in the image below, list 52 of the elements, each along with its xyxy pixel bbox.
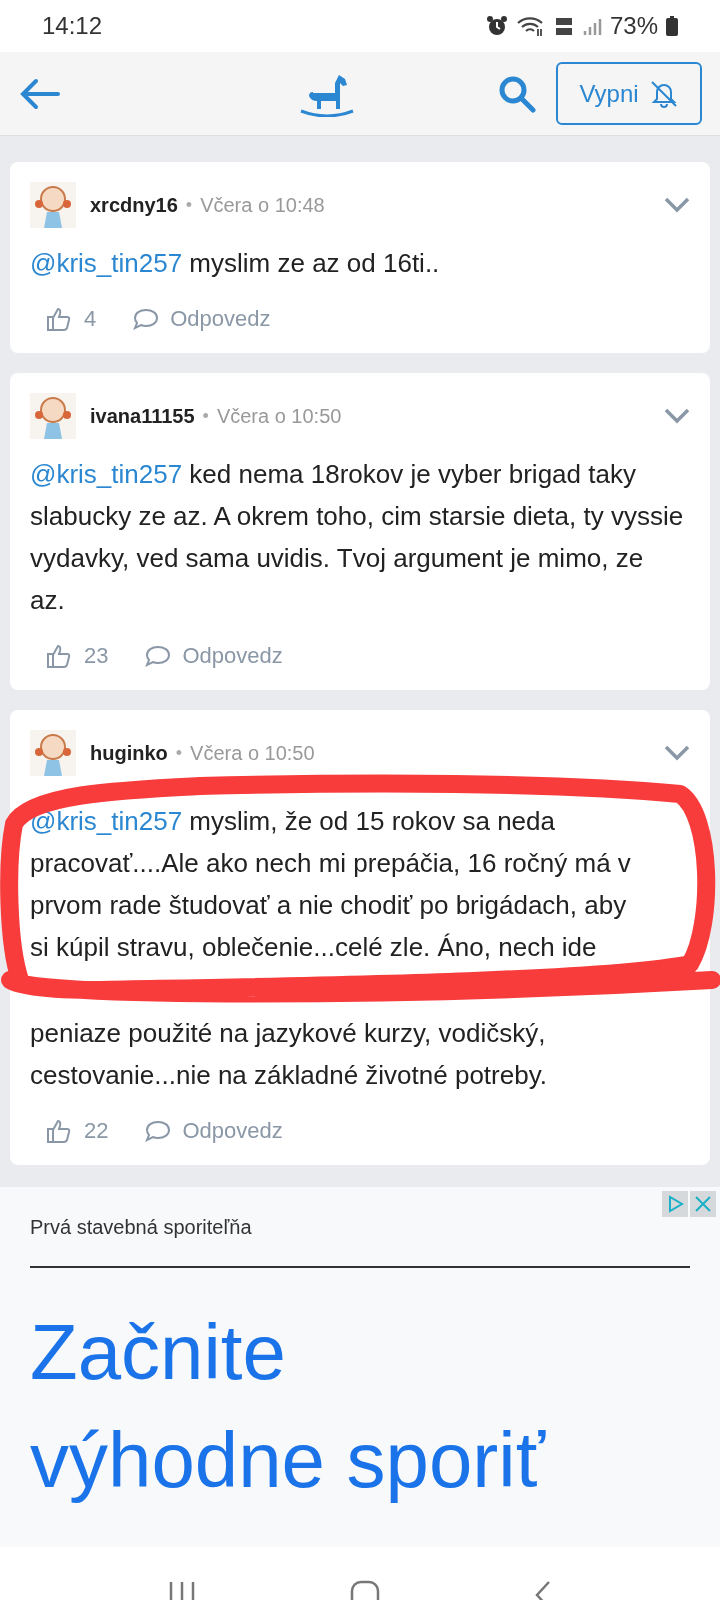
advertiser-name: Prvá stavebná sporiteľňa: [30, 1215, 253, 1240]
back-arrow-icon: [20, 77, 60, 110]
timestamp: Včera o 10:48: [200, 193, 325, 218]
like-button[interactable]: 4: [46, 302, 97, 335]
battery-level: 73%: [609, 11, 658, 41]
chevron-down-icon[interactable]: [664, 408, 690, 424]
like-button[interactable]: 22: [46, 1114, 109, 1147]
comment-text: si kúpil stravu, oblečenie...celé zle. Áno, nech ide: [30, 931, 598, 964]
ad-banner[interactable]: Prvá stavebná sporiteľňa Začnite výhodne sporiť: [0, 1187, 720, 1547]
ad-choices-icon[interactable]: [662, 1191, 688, 1217]
thumbs-up-icon: [46, 642, 72, 669]
speech-bubble-icon: [144, 643, 173, 668]
comment-text: @kris_tin257 myslim, že od 15 rokov sa neda: [30, 805, 556, 838]
mention-link[interactable]: @kris_tin257: [30, 459, 183, 489]
chevron-down-icon[interactable]: [664, 197, 690, 213]
comment-text: @kris_tin257 myslim ze az od 16ti..: [30, 247, 441, 280]
reply-button[interactable]: Odpovedz: [144, 1114, 283, 1147]
clock: 14:12: [42, 11, 103, 41]
speech-bubble-icon: [132, 306, 161, 331]
comment-text: cestovanie...nie na základné životné potreby.: [30, 1059, 548, 1092]
mention-link[interactable]: @kris_tin257: [30, 248, 183, 278]
reply-button[interactable]: Odpovedz: [132, 302, 271, 335]
speech-bubble-icon: [144, 1118, 173, 1143]
bell-off-icon: [648, 78, 679, 109]
timestamp: Včera o 10:50: [190, 741, 315, 766]
thumbs-up-icon: [46, 305, 72, 332]
avatar-icon: [30, 393, 76, 439]
separator-dot: •: [201, 404, 210, 428]
separator-dot: •: [184, 193, 194, 217]
comment-text: @kris_tin257 ked nema 18rokov je vyber brigad taky slabucky ze az. A okrem toho, cim starsie dieta, ty vyssie vydavky, ved sama uvidis. Tvoj argument je mimo, ze az.: [30, 458, 685, 617]
ad-headline: výhodne sporiť: [30, 1415, 547, 1506]
comment-text: prvom rade študovať a nie chodiť po brigádach, aby: [30, 889, 628, 922]
avatar-icon: [30, 730, 76, 776]
search-icon: [498, 74, 536, 113]
like-button[interactable]: 23: [46, 639, 109, 672]
ad-headline: Začnite: [30, 1307, 287, 1398]
close-icon[interactable]: [690, 1191, 716, 1217]
username[interactable]: huginko: [90, 738, 168, 768]
mention-link[interactable]: @kris_tin257: [30, 806, 183, 836]
thumbs-up-icon: [46, 1117, 72, 1144]
username[interactable]: xrcdny16: [90, 190, 178, 220]
alarm-icon: [485, 15, 508, 37]
timestamp: Včera o 10:50: [216, 404, 342, 429]
chevron-down-icon[interactable]: [664, 745, 690, 761]
reply-button[interactable]: Odpovedz: [144, 639, 283, 672]
avatar-icon: [30, 182, 76, 228]
comment-text: pracovať....Ale ako nech mi prepáčia, 16 ročný má v: [30, 847, 632, 880]
separator-dot: •: [174, 741, 184, 765]
battery-icon: [666, 15, 678, 37]
mute-notifications-button[interactable]: Vypni: [556, 62, 702, 125]
comment-text: peniaze použité na jazykové kurzy, vodičský,: [30, 1017, 547, 1050]
username[interactable]: ivana11155: [90, 401, 195, 431]
